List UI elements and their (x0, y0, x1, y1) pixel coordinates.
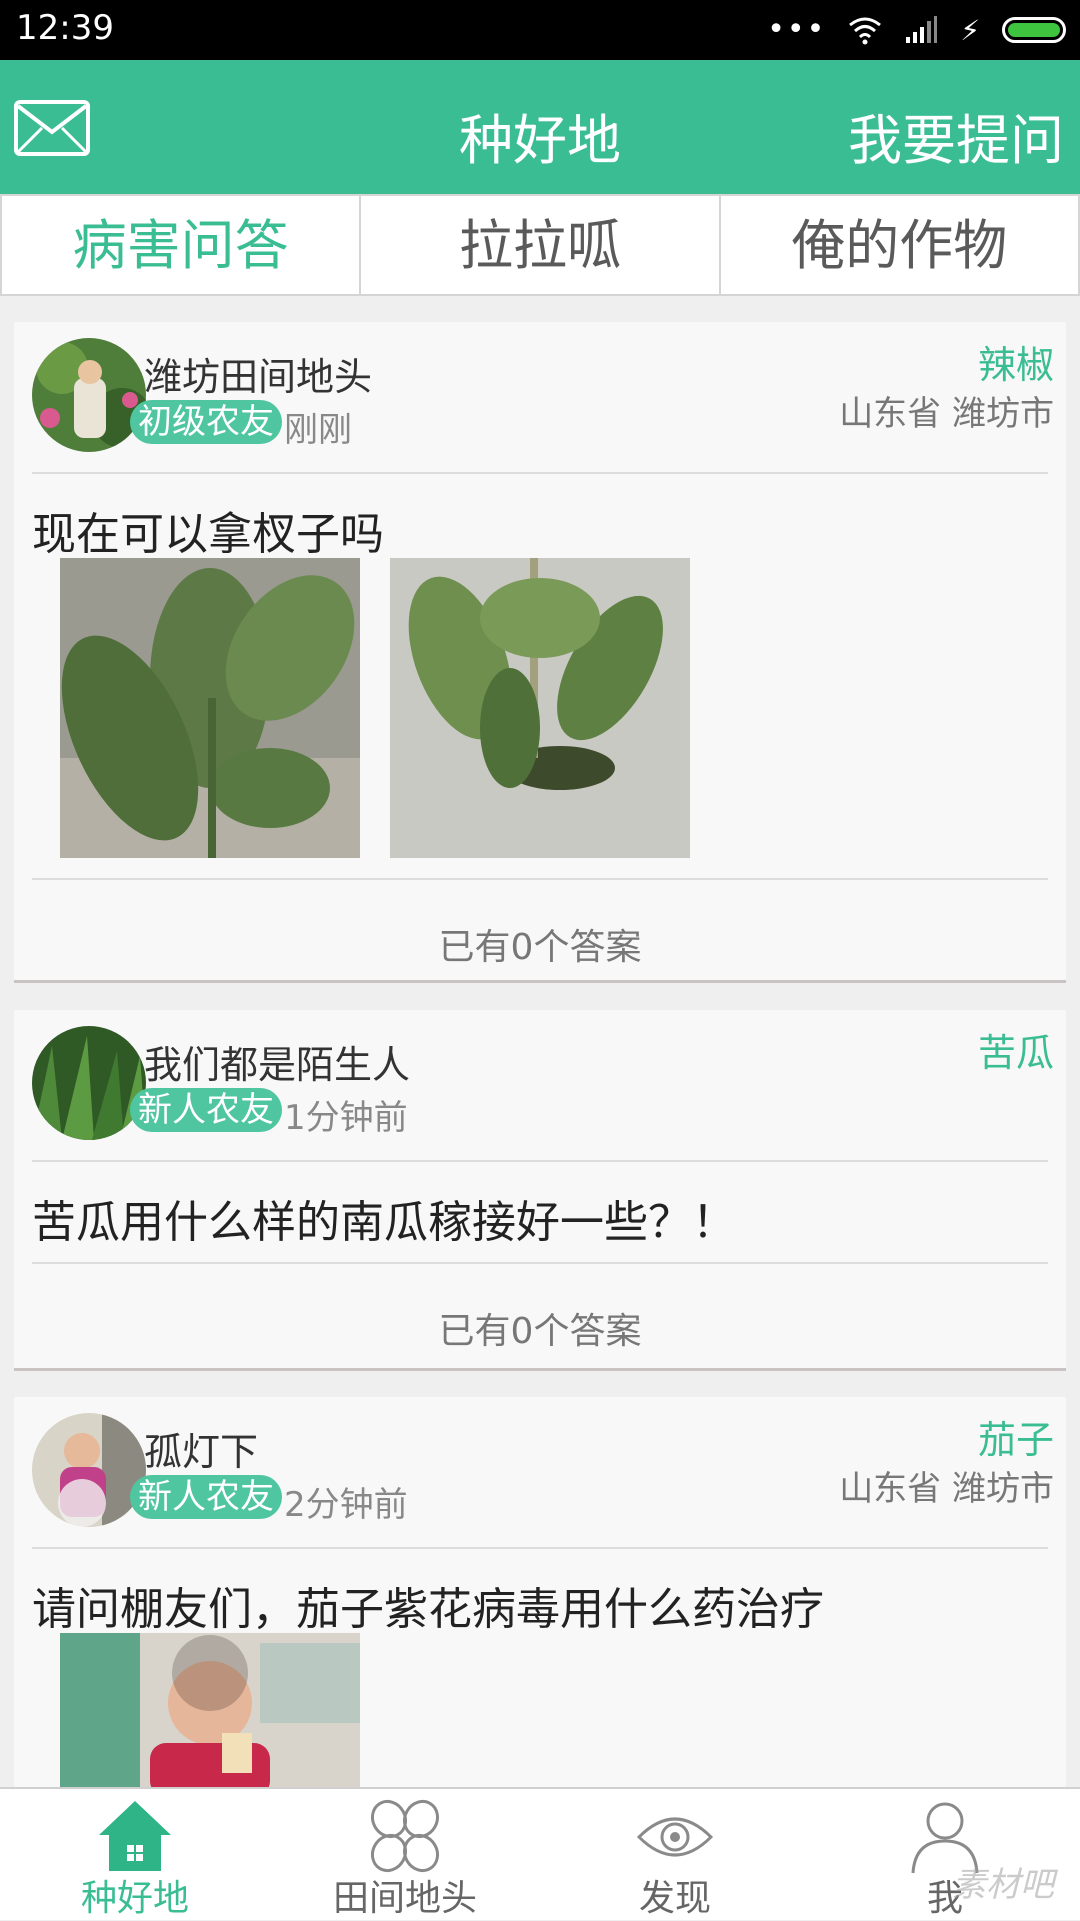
crop-tag[interactable]: 茄子 (978, 1409, 1054, 1464)
location: 山东省 潍坊市 (839, 394, 1054, 434)
location: 山东省 潍坊市 (839, 1469, 1054, 1509)
status-icons: ••• ⚡ (767, 12, 1066, 48)
petals-icon (370, 1799, 440, 1873)
signal-icon (906, 16, 938, 43)
question-text[interactable]: 苦瓜用什么样的南瓜稼接好一些？！ (32, 1186, 736, 1250)
tab-my-crops[interactable]: 俺的作物 (718, 194, 1080, 294)
divider (32, 1262, 1048, 1264)
charging-icon: ⚡ (960, 13, 980, 47)
battery-icon (1002, 17, 1066, 43)
nav-label: 田间地头 (332, 1878, 477, 1919)
question-photo[interactable] (60, 1633, 360, 1797)
user-level-badge: 新人农友 (130, 1475, 282, 1519)
status-time: 12:39 (16, 8, 114, 48)
ask-question-button[interactable]: 我要提问 (848, 96, 1064, 175)
post-card[interactable]: 潍坊田间地头 初级农友 刚刚 辣椒 山东省 潍坊市 现在可以拿杈子吗 已有0个答… (14, 322, 1066, 983)
watermark: 素材吧 (952, 1865, 1054, 1905)
crop-tag[interactable]: 辣椒 (978, 334, 1054, 389)
app-bar: 种好地 我要提问 (0, 60, 1080, 194)
more-dots-icon: ••• (767, 12, 827, 47)
answer-count[interactable]: 已有0个答案 (14, 1302, 1066, 1354)
avatar[interactable] (32, 338, 146, 452)
crop-tag[interactable]: 苦瓜 (978, 1022, 1054, 1077)
user-level-badge: 初级农友 (130, 400, 282, 444)
post-time: 2分钟前 (284, 1485, 408, 1525)
question-photo[interactable] (390, 558, 690, 858)
answer-count[interactable]: 已有0个答案 (14, 918, 1066, 970)
username: 孤灯下 (144, 1430, 259, 1474)
divider (32, 472, 1048, 474)
question-photo[interactable] (60, 558, 360, 858)
username: 潍坊田间地头 (144, 355, 373, 399)
avatar[interactable] (32, 1413, 146, 1527)
bottom-nav: 种好地 田间地头 发现 我 素材吧 (0, 1787, 1080, 1920)
user-level-badge: 新人农友 (130, 1088, 282, 1132)
nav-home[interactable]: 种好地 (0, 1789, 270, 1920)
wifi-icon (849, 17, 882, 45)
post-card[interactable]: 孤灯下 新人农友 2分钟前 茄子 山东省 潍坊市 请问棚友们，茄子紫花病毒用什么… (14, 1397, 1066, 1800)
avatar[interactable] (32, 1026, 146, 1140)
tab-disease-qa[interactable]: 病害问答 (0, 194, 360, 294)
post-card[interactable]: 我们都是陌生人 新人农友 1分钟前 苦瓜 苦瓜用什么样的南瓜稼接好一些？！ 已有… (14, 1010, 1066, 1371)
divider (32, 878, 1048, 880)
username: 我们都是陌生人 (144, 1043, 411, 1087)
nav-label: 发现 (638, 1878, 711, 1919)
post-time: 刚刚 (284, 410, 352, 450)
question-text[interactable]: 现在可以拿杈子吗 (32, 498, 384, 562)
divider (32, 1547, 1048, 1549)
status-bar: 12:39 ••• ⚡ (0, 0, 1080, 60)
divider (32, 1160, 1048, 1162)
home-icon (99, 1801, 171, 1871)
question-text[interactable]: 请问棚友们，茄子紫花病毒用什么药治疗 (32, 1573, 824, 1637)
post-time: 1分钟前 (284, 1098, 408, 1138)
nav-field[interactable]: 田间地头 (270, 1789, 540, 1920)
eye-icon (636, 1817, 714, 1857)
tab-bar: 病害问答 拉拉呱 俺的作物 (0, 194, 1080, 296)
nav-label: 种好地 (80, 1878, 189, 1919)
tab-chat[interactable]: 拉拉呱 (359, 194, 719, 294)
nav-discover[interactable]: 发现 (540, 1789, 810, 1920)
